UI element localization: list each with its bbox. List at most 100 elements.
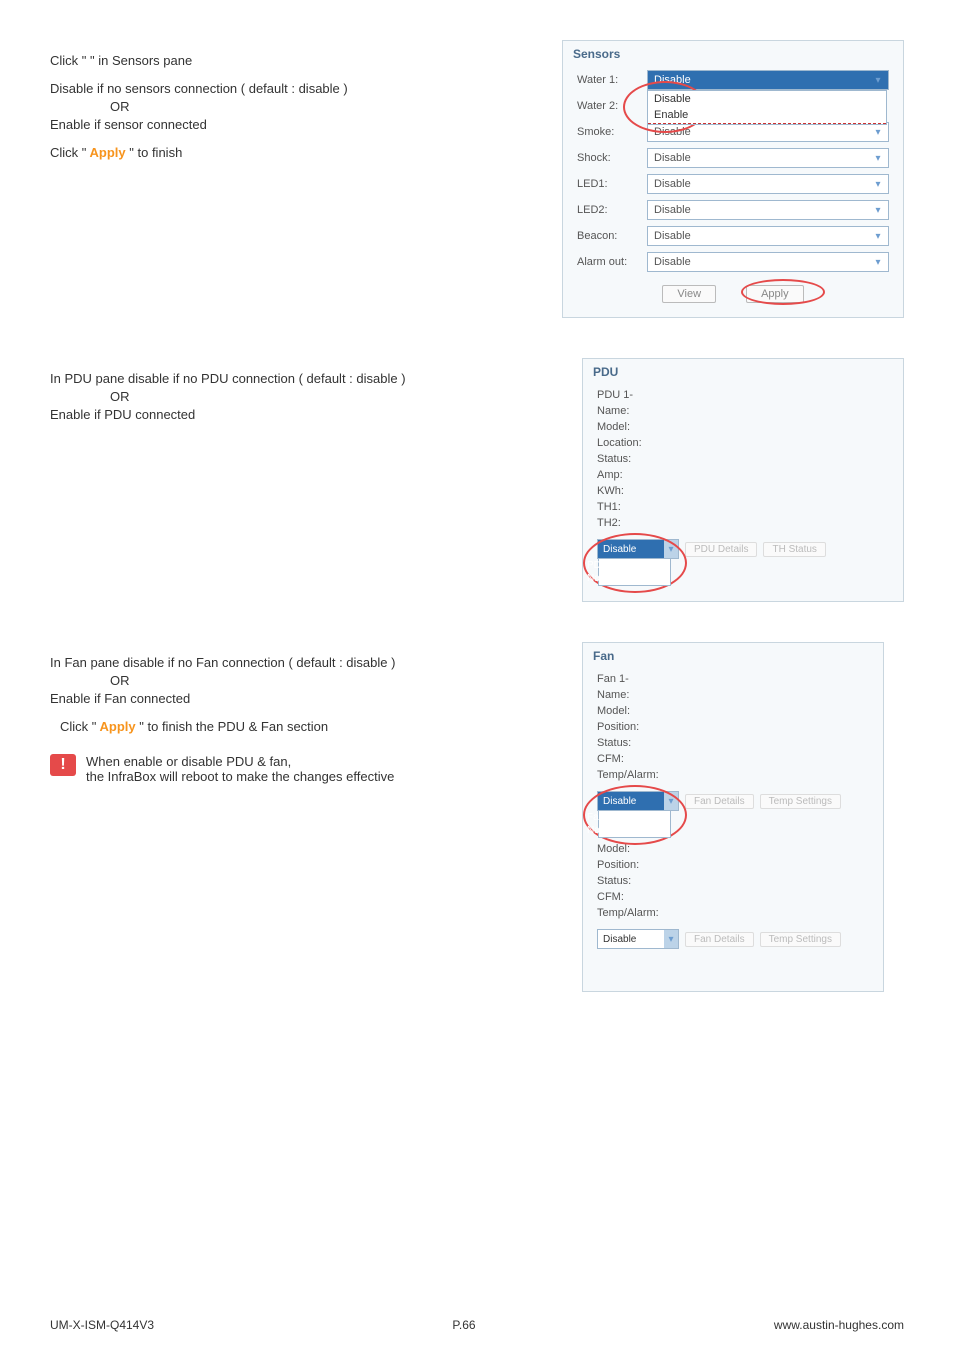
sensor-label-7: Alarm out:	[577, 256, 647, 268]
fan-details-button[interactable]: Fan Details	[685, 794, 754, 809]
pdu-opt-enable[interactable]: Enable	[604, 573, 635, 584]
pdu-dd-options: PDDisable NaEnable	[598, 558, 671, 586]
s7-or: OR	[110, 673, 530, 688]
chevron-down-icon: ▾	[870, 149, 886, 167]
fan-dd2-value: Disable	[603, 934, 636, 945]
fan-b1-3: Position:	[597, 719, 869, 735]
pdu-prefix1: PD	[587, 560, 601, 571]
sensor-dropdown-7[interactable]: Disable ▾	[647, 252, 889, 272]
fan-b1-1: Name:	[597, 687, 869, 703]
chevron-down-icon: ▾	[870, 71, 886, 89]
step7-text: Step 7. In Fan pane disable if no Fan co…	[50, 642, 530, 992]
s5-l3: Enable if sensor connected	[50, 117, 530, 132]
pdu-f4: Status:	[597, 451, 889, 467]
sensor-dd0-options: Disable Enable	[647, 90, 887, 125]
s5-l1a: Click "	[50, 53, 86, 68]
s5-or: OR	[110, 99, 530, 114]
sensor-dropdown-5[interactable]: Disable ▾	[647, 200, 889, 220]
sensor-label-0: Water 1:	[577, 74, 647, 86]
footer-left: UM-X-ISM-Q414V3	[50, 1318, 154, 1332]
sensor-dropdown-0[interactable]: Disable ▾ Disable Enable	[647, 70, 889, 90]
sensors-panel: Sensors Water 1: Disable ▾ Disable Enabl…	[562, 40, 904, 318]
s5-l2: Disable if no sensors connection ( defau…	[50, 81, 530, 96]
fan-b2-2: Status:	[597, 873, 869, 889]
th-status-button[interactable]: TH Status	[763, 542, 825, 557]
sensors-view-button[interactable]: View	[662, 285, 716, 303]
pdu-dropdown[interactable]: Disable ▾ PDDisable NaEnable	[597, 539, 679, 559]
fan-dropdown-1[interactable]: Disable ▾ FaDisable NaEnable	[597, 791, 679, 811]
step6-text: Step 6. In PDU pane disable if no PDU co…	[50, 358, 530, 602]
sensor-dd3-value: Disable	[654, 152, 691, 164]
sensor-label-2: Smoke:	[577, 126, 647, 138]
s7-l3b: " to finish the PDU & Fan section	[139, 719, 328, 734]
s5-apply-ref: Apply	[86, 145, 129, 160]
sensors-title: Sensors	[563, 41, 903, 67]
sensor-dd7-value: Disable	[654, 256, 691, 268]
pdu-opt-disable[interactable]: Disable	[604, 560, 637, 571]
pdu-details-button[interactable]: PDU Details	[685, 542, 757, 557]
chevron-down-icon: ▾	[870, 227, 886, 245]
s7-l3a: Click "	[60, 719, 96, 734]
sensor-dropdown-2[interactable]: Disable ▾	[647, 122, 889, 142]
sensor-dd0-opt-enable[interactable]: Enable	[648, 107, 886, 124]
fan-b2-0: Model:	[597, 841, 869, 857]
sensor-label-3: Shock:	[577, 152, 647, 164]
fan-b2-1: Position:	[597, 857, 869, 873]
pdu-f5: Amp:	[597, 467, 889, 483]
warning-icon: !	[50, 754, 76, 776]
chevron-down-icon: ▾	[664, 930, 678, 948]
sensor-dd5-value: Disable	[654, 204, 691, 216]
pdu-dd-value: Disable	[603, 544, 636, 555]
fan-title: Fan	[583, 643, 883, 669]
sensor-label-6: Beacon:	[577, 230, 647, 242]
s6-l1: In PDU pane disable if no PDU connection…	[50, 371, 530, 386]
pdu-prefix2: Na	[587, 573, 600, 584]
s5-l1b: " in Sensors pane	[90, 53, 192, 68]
sensor-label-1: Water 2:	[577, 100, 647, 112]
pdu-f2: Model:	[597, 419, 889, 435]
sensor-dropdown-6[interactable]: Disable ▾	[647, 226, 889, 246]
chevron-down-icon: ▾	[870, 253, 886, 271]
pdu-f6: KWh:	[597, 483, 889, 499]
pdu-f8: TH2:	[597, 515, 889, 531]
fan-details-button-2[interactable]: Fan Details	[685, 932, 754, 947]
sensor-dd6-value: Disable	[654, 230, 691, 242]
pdu-f0: PDU 1-	[597, 387, 889, 403]
sensor-label-5: LED2:	[577, 204, 647, 216]
sensor-dd0-value: Disable	[654, 74, 691, 86]
s6-or: OR	[110, 389, 530, 404]
pdu-f3: Location:	[597, 435, 889, 451]
fan-dropdown-2[interactable]: Disable ▾	[597, 929, 679, 949]
chevron-down-icon: ▾	[664, 540, 678, 558]
fan-b2-4: Temp/Alarm:	[597, 905, 869, 921]
fan-b2-3: CFM:	[597, 889, 869, 905]
warning-text: When enable or disable PDU & fan, the In…	[86, 754, 394, 784]
warn-l2: the InfraBox will reboot to make the cha…	[86, 769, 394, 784]
chevron-down-icon: ▾	[664, 792, 678, 810]
sensor-dd2-value: Disable	[654, 126, 691, 138]
fan-b1-4: Status:	[597, 735, 869, 751]
fan-opt1-enable[interactable]: Enable	[604, 825, 635, 836]
temp-settings-button-2[interactable]: Temp Settings	[760, 932, 841, 947]
pdu-f1: Name:	[597, 403, 889, 419]
fan-opt1-disable[interactable]: Disable	[604, 812, 637, 823]
fan-prefix1: Fa	[587, 812, 599, 823]
s5-l4b: " to finish	[129, 145, 182, 160]
fan-b1-2: Model:	[597, 703, 869, 719]
footer-center: P.66	[452, 1318, 475, 1332]
step5-text: Step 5. Click " " in Sensors pane Disabl…	[50, 40, 530, 318]
chevron-down-icon: ▾	[870, 201, 886, 219]
sensor-dropdown-4[interactable]: Disable▾	[647, 174, 889, 194]
sensor-dropdown-3[interactable]: Disable ▾	[647, 148, 889, 168]
chevron-down-icon: ▾	[870, 123, 886, 141]
sensor-dd0-opt-disable[interactable]: Disable	[648, 91, 886, 107]
sensors-apply-button[interactable]: Apply	[746, 285, 804, 303]
s5-l4a: Click "	[50, 145, 86, 160]
fan-dd1-options: FaDisable NaEnable	[598, 810, 671, 838]
sensor-dd4-value: Disable	[654, 178, 691, 190]
fan-dd1-value: Disable	[603, 796, 636, 807]
s7-l1: In Fan pane disable if no Fan connection…	[50, 655, 530, 670]
pdu-f7: TH1:	[597, 499, 889, 515]
warn-l1: When enable or disable PDU & fan,	[86, 754, 394, 769]
temp-settings-button[interactable]: Temp Settings	[760, 794, 841, 809]
